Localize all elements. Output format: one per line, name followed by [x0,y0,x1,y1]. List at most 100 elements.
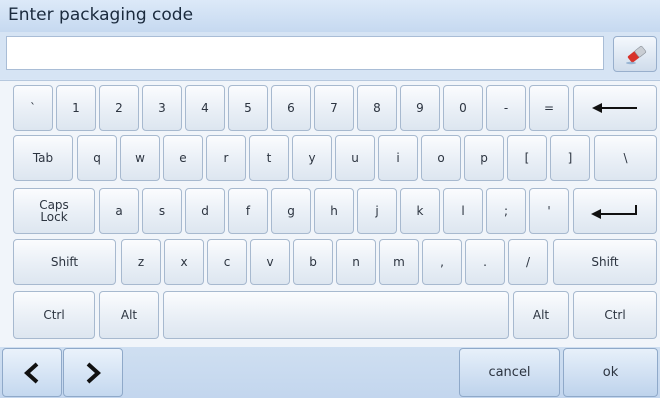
key-shift-left[interactable]: Shift [13,239,116,285]
key-t[interactable]: t [249,135,289,181]
key-p[interactable]: p [464,135,504,181]
key-s[interactable]: s [142,188,182,234]
key-right-bracket[interactable]: ] [550,135,590,181]
key-left-bracket[interactable]: [ [507,135,547,181]
key-d[interactable]: d [185,188,225,234]
key-z[interactable]: z [121,239,161,285]
input-row [0,32,660,79]
key-tab[interactable]: Tab [13,135,73,181]
key-label: q [93,151,101,165]
key-label: . [483,255,487,269]
key-label: o [437,151,445,165]
key-label: p [480,151,488,165]
key-label: 8 [373,101,381,115]
key-comma[interactable]: , [422,239,462,285]
key-3[interactable]: 3 [142,85,182,131]
key-caps-lock[interactable]: Caps Lock [13,188,95,234]
ok-button[interactable]: ok [563,348,658,397]
bottom-bar: cancel ok [0,347,660,398]
key-quote[interactable]: ' [529,188,569,234]
key-label: / [525,255,531,269]
key-e[interactable]: e [163,135,203,181]
key-9[interactable]: 9 [400,85,440,131]
packaging-code-dialog: Enter packaging code ` 1 2 3 4 5 6 7 8 9… [0,0,660,398]
key-b[interactable]: b [293,239,333,285]
key-space[interactable] [163,291,509,339]
key-enter[interactable] [573,188,657,234]
key-w[interactable]: w [120,135,160,181]
chevron-left-icon [24,362,39,383]
key-x[interactable]: x [164,239,204,285]
key-o[interactable]: o [421,135,461,181]
key-label: Ctrl [604,308,626,322]
key-c[interactable]: c [207,239,247,285]
key-label: v [266,255,274,269]
key-h[interactable]: h [314,188,354,234]
key-label: t [266,151,272,165]
key-u[interactable]: u [335,135,375,181]
key-minus[interactable]: - [486,85,526,131]
dialog-title: Enter packaging code [8,5,194,25]
key-7[interactable]: 7 [314,85,354,131]
key-6[interactable]: 6 [271,85,311,131]
key-ctrl-right[interactable]: Ctrl [573,291,657,339]
key-y[interactable]: y [292,135,332,181]
key-q[interactable]: q [77,135,117,181]
key-ctrl-left[interactable]: Ctrl [13,291,95,339]
key-alt-left[interactable]: Alt [99,291,159,339]
key-1[interactable]: 1 [56,85,96,131]
key-backslash[interactable]: \ [594,135,657,181]
key-label: u [351,151,359,165]
key-semicolon[interactable]: ; [486,188,526,234]
key-label: Caps Lock [39,198,69,224]
key-label: Alt [532,308,550,322]
key-2[interactable]: 2 [99,85,139,131]
key-0[interactable]: 0 [443,85,483,131]
key-label: b [309,255,317,269]
clear-button[interactable] [613,36,657,72]
key-j[interactable]: j [357,188,397,234]
chevron-right-icon [86,362,101,383]
cancel-button[interactable]: cancel [459,348,560,397]
key-period[interactable]: . [465,239,505,285]
key-label: - [503,101,509,115]
next-button[interactable] [63,348,123,397]
key-backspace[interactable] [573,85,657,131]
key-n[interactable]: n [336,239,376,285]
key-label: d [201,204,209,218]
key-alt-right[interactable]: Alt [513,291,569,339]
eraser-icon [626,45,647,65]
key-label: 5 [244,101,252,115]
key-backtick[interactable]: ` [13,85,53,131]
key-label: x [180,255,188,269]
key-label: i [396,151,400,165]
key-i[interactable]: i [378,135,418,181]
key-l[interactable]: l [443,188,483,234]
key-label: ] [567,151,573,165]
key-label: g [287,204,295,218]
key-r[interactable]: r [206,135,246,181]
packaging-code-input[interactable] [6,36,604,70]
ok-label: ok [602,365,619,380]
key-label: a [115,204,123,218]
key-4[interactable]: 4 [185,85,225,131]
key-label: c [223,255,231,269]
key-label: Alt [120,308,138,322]
key-v[interactable]: v [250,239,290,285]
key-f[interactable]: f [228,188,268,234]
key-shift-right[interactable]: Shift [553,239,657,285]
key-label: e [179,151,187,165]
key-k[interactable]: k [400,188,440,234]
key-m[interactable]: m [379,239,419,285]
key-label: s [158,204,166,218]
key-equals[interactable]: = [529,85,569,131]
key-label: 9 [416,101,424,115]
previous-button[interactable] [2,348,62,397]
key-slash[interactable]: / [508,239,548,285]
key-label: z [137,255,145,269]
key-label: h [330,204,338,218]
key-5[interactable]: 5 [228,85,268,131]
key-g[interactable]: g [271,188,311,234]
key-a[interactable]: a [99,188,139,234]
key-8[interactable]: 8 [357,85,397,131]
